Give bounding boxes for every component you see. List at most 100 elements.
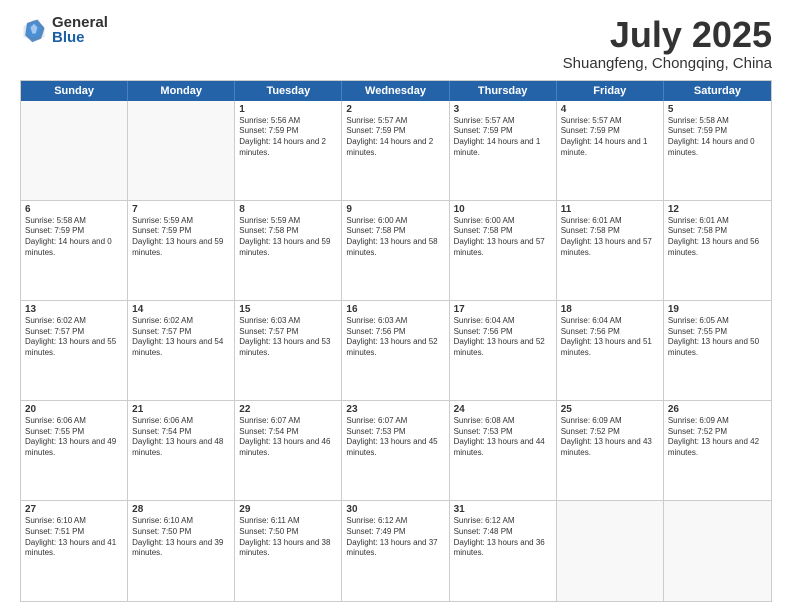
- day-number: 27: [25, 504, 123, 515]
- cell-details: Sunrise: 6:05 AMSunset: 7:55 PMDaylight:…: [668, 316, 767, 359]
- calendar-cell: [664, 501, 771, 601]
- page: General Blue July 2025 Shuangfeng, Chong…: [0, 0, 792, 612]
- calendar-cell: 10Sunrise: 6:00 AMSunset: 7:58 PMDayligh…: [450, 201, 557, 300]
- day-number: 21: [132, 404, 230, 415]
- calendar-cell: 5Sunrise: 5:58 AMSunset: 7:59 PMDaylight…: [664, 101, 771, 200]
- logo-icon: [20, 16, 48, 44]
- calendar-cell: 31Sunrise: 6:12 AMSunset: 7:48 PMDayligh…: [450, 501, 557, 601]
- cell-details: Sunrise: 6:02 AMSunset: 7:57 PMDaylight:…: [25, 316, 123, 359]
- day-number: 1: [239, 104, 337, 115]
- calendar-cell: 21Sunrise: 6:06 AMSunset: 7:54 PMDayligh…: [128, 401, 235, 500]
- day-number: 26: [668, 404, 767, 415]
- cell-details: Sunrise: 6:09 AMSunset: 7:52 PMDaylight:…: [561, 416, 659, 459]
- cell-details: Sunrise: 6:03 AMSunset: 7:57 PMDaylight:…: [239, 316, 337, 359]
- cell-details: Sunrise: 6:07 AMSunset: 7:54 PMDaylight:…: [239, 416, 337, 459]
- day-number: 13: [25, 304, 123, 315]
- calendar: SundayMondayTuesdayWednesdayThursdayFrid…: [20, 80, 772, 602]
- calendar-cell: 22Sunrise: 6:07 AMSunset: 7:54 PMDayligh…: [235, 401, 342, 500]
- header: General Blue July 2025 Shuangfeng, Chong…: [20, 15, 772, 72]
- day-number: 24: [454, 404, 552, 415]
- cell-details: Sunrise: 6:01 AMSunset: 7:58 PMDaylight:…: [668, 216, 767, 259]
- cell-details: Sunrise: 5:57 AMSunset: 7:59 PMDaylight:…: [454, 116, 552, 159]
- calendar-cell: 15Sunrise: 6:03 AMSunset: 7:57 PMDayligh…: [235, 301, 342, 400]
- calendar-row-3: 20Sunrise: 6:06 AMSunset: 7:55 PMDayligh…: [21, 401, 771, 501]
- calendar-cell: 13Sunrise: 6:02 AMSunset: 7:57 PMDayligh…: [21, 301, 128, 400]
- calendar-cell: [21, 101, 128, 200]
- calendar-cell: 2Sunrise: 5:57 AMSunset: 7:59 PMDaylight…: [342, 101, 449, 200]
- cell-details: Sunrise: 6:09 AMSunset: 7:52 PMDaylight:…: [668, 416, 767, 459]
- cell-details: Sunrise: 6:04 AMSunset: 7:56 PMDaylight:…: [454, 316, 552, 359]
- day-number: 4: [561, 104, 659, 115]
- calendar-row-2: 13Sunrise: 6:02 AMSunset: 7:57 PMDayligh…: [21, 301, 771, 401]
- calendar-cell: 29Sunrise: 6:11 AMSunset: 7:50 PMDayligh…: [235, 501, 342, 601]
- calendar-row-1: 6Sunrise: 5:58 AMSunset: 7:59 PMDaylight…: [21, 201, 771, 301]
- calendar-header: SundayMondayTuesdayWednesdayThursdayFrid…: [21, 81, 771, 101]
- cell-details: Sunrise: 5:58 AMSunset: 7:59 PMDaylight:…: [668, 116, 767, 159]
- day-number: 8: [239, 204, 337, 215]
- weekday-header-thursday: Thursday: [450, 81, 557, 101]
- day-number: 31: [454, 504, 552, 515]
- day-number: 29: [239, 504, 337, 515]
- calendar-cell: 17Sunrise: 6:04 AMSunset: 7:56 PMDayligh…: [450, 301, 557, 400]
- cell-details: Sunrise: 6:01 AMSunset: 7:58 PMDaylight:…: [561, 216, 659, 259]
- day-number: 9: [346, 204, 444, 215]
- cell-details: Sunrise: 6:12 AMSunset: 7:49 PMDaylight:…: [346, 516, 444, 559]
- calendar-cell: 1Sunrise: 5:56 AMSunset: 7:59 PMDaylight…: [235, 101, 342, 200]
- calendar-cell: 3Sunrise: 5:57 AMSunset: 7:59 PMDaylight…: [450, 101, 557, 200]
- cell-details: Sunrise: 6:10 AMSunset: 7:51 PMDaylight:…: [25, 516, 123, 559]
- weekday-header-tuesday: Tuesday: [235, 81, 342, 101]
- cell-details: Sunrise: 6:02 AMSunset: 7:57 PMDaylight:…: [132, 316, 230, 359]
- day-number: 14: [132, 304, 230, 315]
- calendar-cell: 28Sunrise: 6:10 AMSunset: 7:50 PMDayligh…: [128, 501, 235, 601]
- day-number: 17: [454, 304, 552, 315]
- calendar-cell: 24Sunrise: 6:08 AMSunset: 7:53 PMDayligh…: [450, 401, 557, 500]
- calendar-row-4: 27Sunrise: 6:10 AMSunset: 7:51 PMDayligh…: [21, 501, 771, 601]
- day-number: 2: [346, 104, 444, 115]
- day-number: 11: [561, 204, 659, 215]
- weekday-header-saturday: Saturday: [664, 81, 771, 101]
- day-number: 28: [132, 504, 230, 515]
- cell-details: Sunrise: 6:12 AMSunset: 7:48 PMDaylight:…: [454, 516, 552, 559]
- cell-details: Sunrise: 5:56 AMSunset: 7:59 PMDaylight:…: [239, 116, 337, 159]
- day-number: 10: [454, 204, 552, 215]
- day-number: 7: [132, 204, 230, 215]
- calendar-cell: 23Sunrise: 6:07 AMSunset: 7:53 PMDayligh…: [342, 401, 449, 500]
- title-block: July 2025 Shuangfeng, Chongqing, China: [563, 15, 772, 72]
- day-number: 22: [239, 404, 337, 415]
- day-number: 3: [454, 104, 552, 115]
- day-number: 5: [668, 104, 767, 115]
- day-number: 25: [561, 404, 659, 415]
- weekday-header-wednesday: Wednesday: [342, 81, 449, 101]
- calendar-cell: 16Sunrise: 6:03 AMSunset: 7:56 PMDayligh…: [342, 301, 449, 400]
- logo: General Blue: [20, 15, 108, 45]
- calendar-cell: 4Sunrise: 5:57 AMSunset: 7:59 PMDaylight…: [557, 101, 664, 200]
- cell-details: Sunrise: 6:06 AMSunset: 7:55 PMDaylight:…: [25, 416, 123, 459]
- calendar-cell: [128, 101, 235, 200]
- calendar-cell: 26Sunrise: 6:09 AMSunset: 7:52 PMDayligh…: [664, 401, 771, 500]
- day-number: 16: [346, 304, 444, 315]
- cell-details: Sunrise: 6:03 AMSunset: 7:56 PMDaylight:…: [346, 316, 444, 359]
- cell-details: Sunrise: 5:59 AMSunset: 7:59 PMDaylight:…: [132, 216, 230, 259]
- cell-details: Sunrise: 6:00 AMSunset: 7:58 PMDaylight:…: [454, 216, 552, 259]
- calendar-body: 1Sunrise: 5:56 AMSunset: 7:59 PMDaylight…: [21, 101, 771, 601]
- day-number: 15: [239, 304, 337, 315]
- day-number: 20: [25, 404, 123, 415]
- calendar-cell: 27Sunrise: 6:10 AMSunset: 7:51 PMDayligh…: [21, 501, 128, 601]
- calendar-row-0: 1Sunrise: 5:56 AMSunset: 7:59 PMDaylight…: [21, 101, 771, 201]
- cell-details: Sunrise: 6:06 AMSunset: 7:54 PMDaylight:…: [132, 416, 230, 459]
- cell-details: Sunrise: 5:58 AMSunset: 7:59 PMDaylight:…: [25, 216, 123, 259]
- calendar-cell: 12Sunrise: 6:01 AMSunset: 7:58 PMDayligh…: [664, 201, 771, 300]
- cell-details: Sunrise: 5:59 AMSunset: 7:58 PMDaylight:…: [239, 216, 337, 259]
- cell-details: Sunrise: 5:57 AMSunset: 7:59 PMDaylight:…: [346, 116, 444, 159]
- calendar-cell: 7Sunrise: 5:59 AMSunset: 7:59 PMDaylight…: [128, 201, 235, 300]
- logo-general-text: General: [52, 15, 108, 30]
- month-year-title: July 2025: [563, 15, 772, 55]
- calendar-cell: 8Sunrise: 5:59 AMSunset: 7:58 PMDaylight…: [235, 201, 342, 300]
- day-number: 18: [561, 304, 659, 315]
- calendar-cell: 6Sunrise: 5:58 AMSunset: 7:59 PMDaylight…: [21, 201, 128, 300]
- calendar-cell: 25Sunrise: 6:09 AMSunset: 7:52 PMDayligh…: [557, 401, 664, 500]
- cell-details: Sunrise: 6:04 AMSunset: 7:56 PMDaylight:…: [561, 316, 659, 359]
- calendar-cell: 9Sunrise: 6:00 AMSunset: 7:58 PMDaylight…: [342, 201, 449, 300]
- calendar-cell: 18Sunrise: 6:04 AMSunset: 7:56 PMDayligh…: [557, 301, 664, 400]
- cell-details: Sunrise: 6:11 AMSunset: 7:50 PMDaylight:…: [239, 516, 337, 559]
